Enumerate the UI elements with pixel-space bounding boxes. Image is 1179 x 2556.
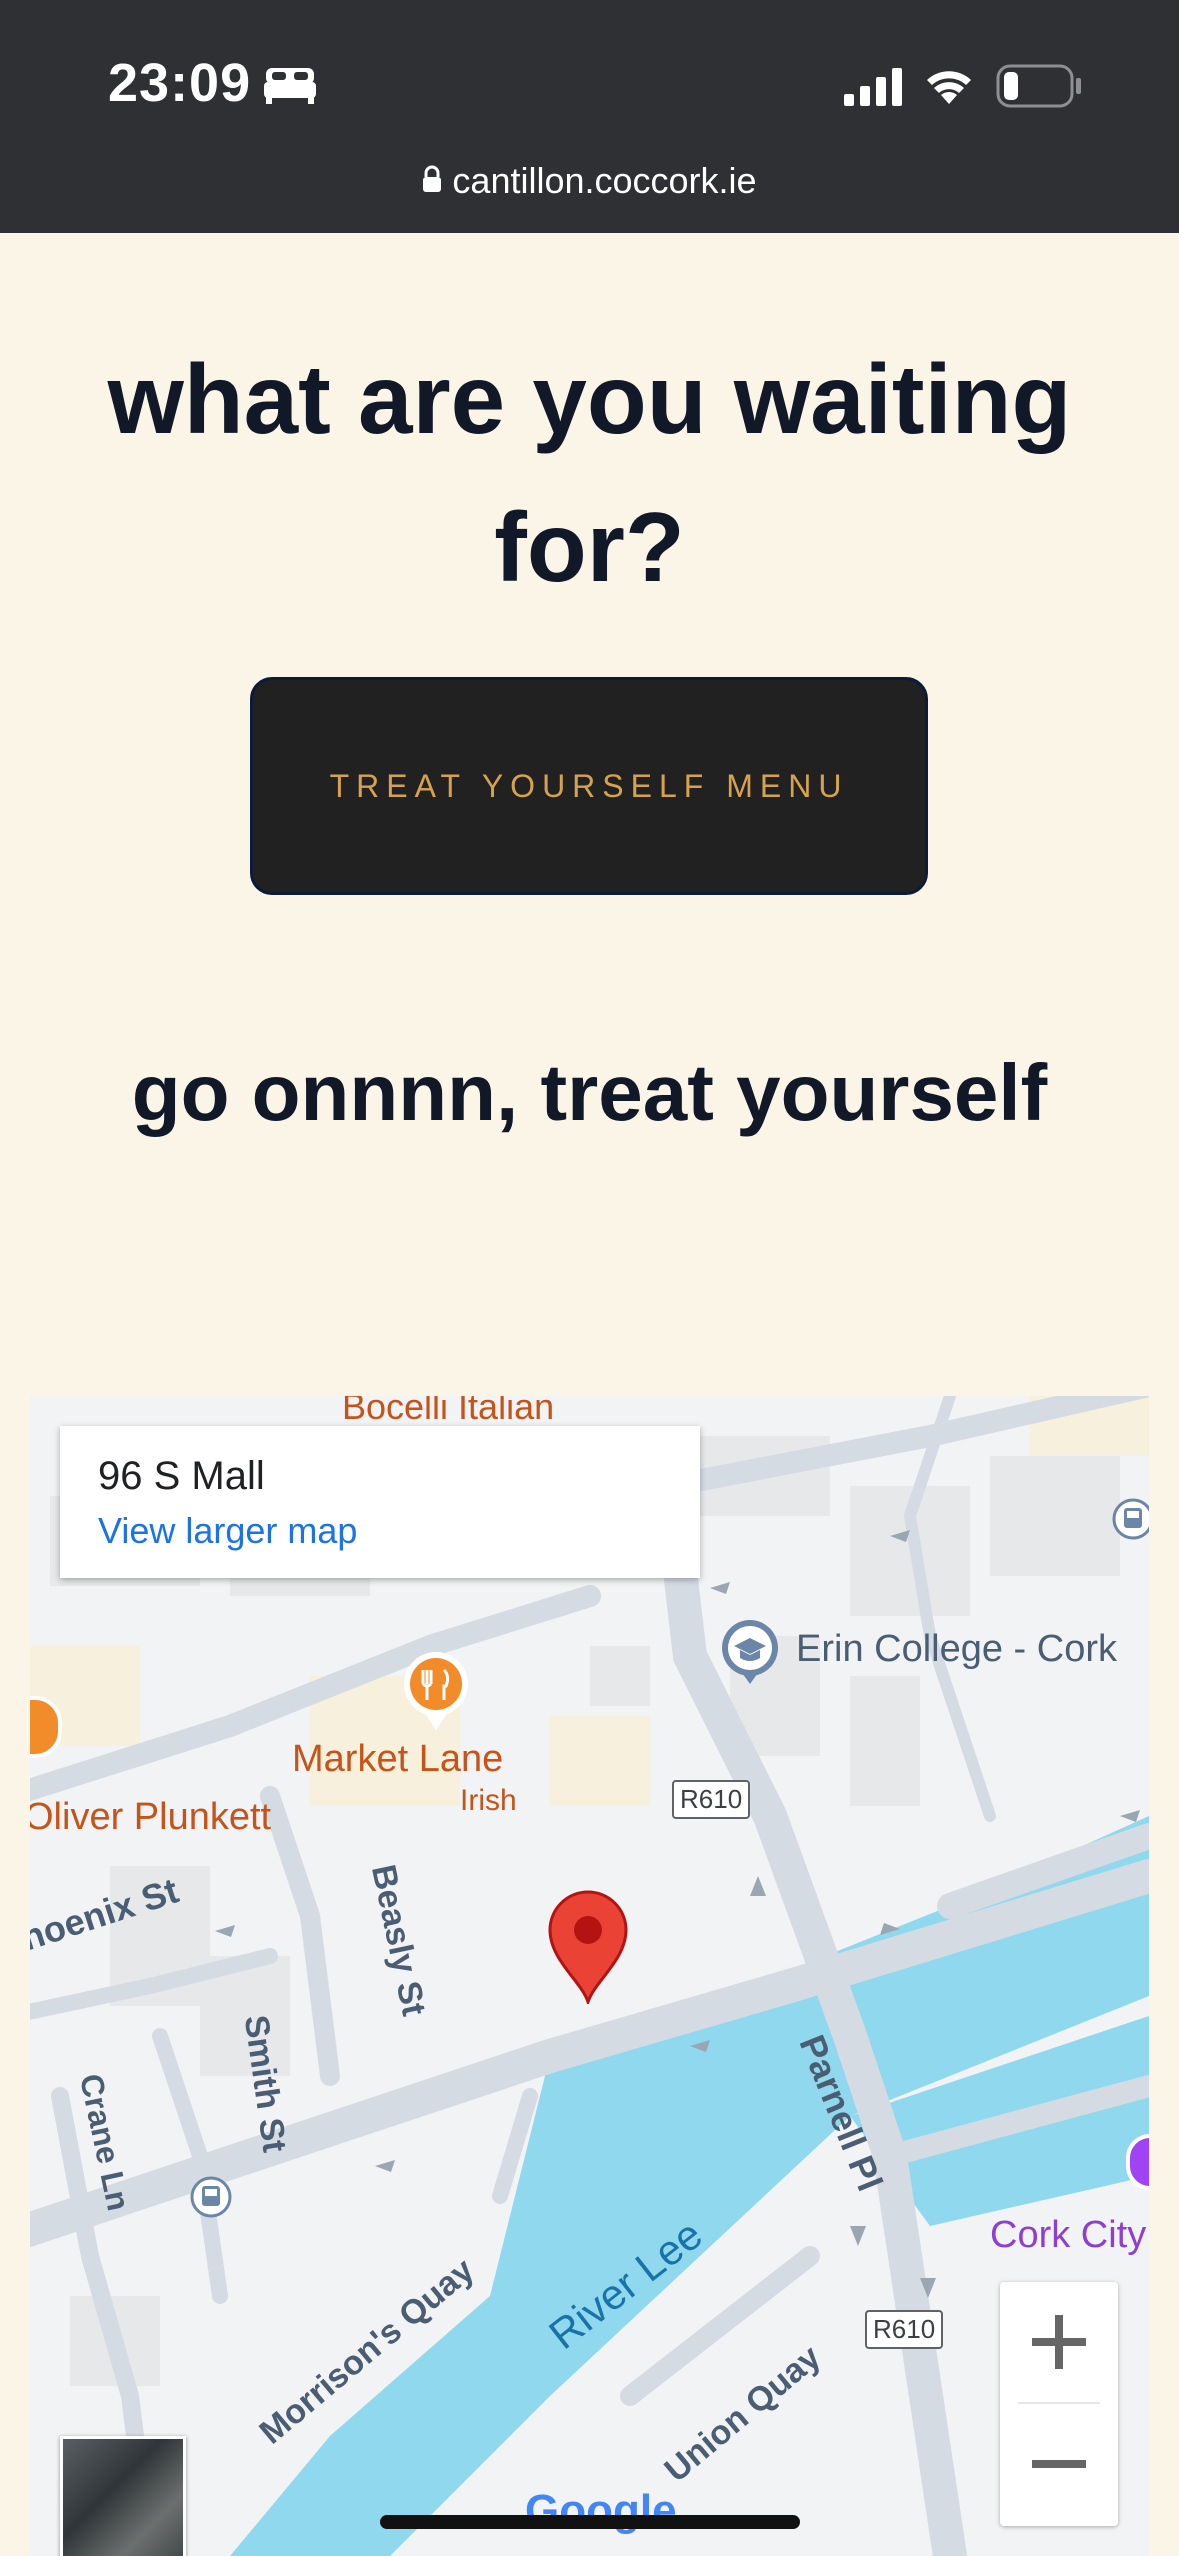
map-label-r610-north: R610 bbox=[672, 1780, 751, 1819]
restaurant-icon bbox=[404, 1652, 468, 1730]
zoom-in-button[interactable] bbox=[1000, 2282, 1118, 2402]
zoom-controls bbox=[1000, 2282, 1118, 2526]
bus-stop-icon[interactable] bbox=[1112, 1498, 1149, 1540]
bed-icon bbox=[264, 68, 316, 104]
school-icon bbox=[722, 1620, 778, 1684]
bus-stop-icon[interactable] bbox=[190, 2176, 232, 2218]
headline-line-2: for? bbox=[494, 492, 685, 602]
map-info-card: 96 S Mall View larger map bbox=[60, 1426, 700, 1578]
cta-label: TREAT YOURSELF MENU bbox=[329, 767, 849, 804]
map-label-oliver-plunkett[interactable]: Oliver Plunkett bbox=[30, 1796, 271, 1839]
signal-icon bbox=[844, 68, 902, 106]
minus-icon bbox=[1032, 2460, 1086, 2468]
plus-icon bbox=[1032, 2315, 1086, 2369]
headline-line-1: what are you waiting bbox=[107, 344, 1072, 454]
map-label-erin-college: Erin College - Cork bbox=[796, 1628, 1117, 1670]
home-indicator[interactable] bbox=[380, 2515, 800, 2529]
page-subheadline: go onnnn, treat yourself bbox=[131, 1048, 1048, 1137]
satellite-toggle-thumbnail[interactable] bbox=[60, 2436, 186, 2556]
map-embed[interactable]: Bocelli Italian Erin College - Cork Mark… bbox=[30, 1396, 1149, 2556]
location-pin-icon[interactable] bbox=[546, 1890, 630, 2004]
url-text: cantillon.coccork.ie bbox=[452, 160, 757, 201]
map-label-cork-city[interactable]: Cork City bbox=[990, 2214, 1146, 2257]
status-time: 23:09 bbox=[108, 53, 252, 113]
page-headline: what are you waiting for? bbox=[0, 325, 1179, 621]
map-label-bocelli[interactable]: Bocelli Italian bbox=[342, 1396, 554, 1428]
treat-yourself-menu-button[interactable]: TREAT YOURSELF MENU bbox=[250, 677, 928, 895]
place-title: 96 S Mall bbox=[98, 1454, 265, 1498]
zoom-out-button[interactable] bbox=[1000, 2404, 1118, 2524]
map-label-r610-south: R610 bbox=[865, 2310, 944, 2349]
battery-icon bbox=[996, 64, 1081, 108]
map-label-market-lane[interactable]: Market Lane bbox=[292, 1738, 503, 1781]
view-larger-map-link[interactable]: View larger map bbox=[98, 1510, 357, 1552]
wifi-icon bbox=[927, 71, 971, 104]
status-bar: 23:09 cantillon.coccork.ie bbox=[0, 0, 1179, 233]
map-label-market-lane-sub: Irish bbox=[460, 1784, 517, 1817]
lock-icon bbox=[423, 166, 442, 193]
url-bar[interactable]: cantillon.coccork.ie bbox=[0, 160, 1179, 202]
